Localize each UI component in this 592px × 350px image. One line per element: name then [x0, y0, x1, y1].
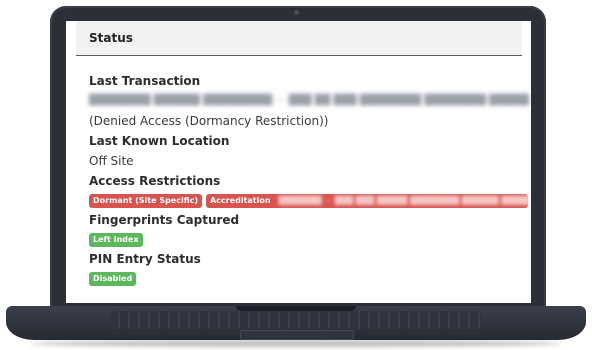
status-badge: Accreditation ███████ — ███ ███ █████ ██…	[206, 193, 529, 208]
status-badge-label: Accreditation	[210, 195, 271, 205]
status-badge: Dormant (Site Specific)	[89, 193, 203, 208]
status-badge: Disabled	[89, 271, 137, 286]
pin-entry-badges: Disabled	[89, 269, 529, 288]
fingerprints-captured-title: Fingerprints Captured	[89, 213, 240, 227]
trackpad	[240, 330, 354, 340]
access-restrictions-badges: Dormant (Site Specific) Accreditation ██…	[89, 191, 529, 210]
fingerprints-badges: Left Index	[89, 230, 529, 249]
last-known-location-title: Last Known Location	[89, 134, 230, 148]
panel-title: Status	[89, 31, 133, 45]
laptop-screen: Status Last Transaction ████████ ██████ …	[66, 21, 531, 303]
keyboard	[110, 311, 482, 329]
last-transaction-redacted: ████████ ██████ █████████ — ███ ██ ███ █…	[89, 95, 529, 106]
status-content: Last Transaction ████████ ██████ ███████…	[89, 71, 529, 288]
pin-entry-status-title: PIN Entry Status	[89, 252, 201, 266]
laptop-shadow	[30, 340, 562, 347]
status-panel-header: Status	[76, 21, 522, 56]
last-known-location-value: Off Site	[89, 154, 134, 168]
last-transaction-title: Last Transaction	[89, 74, 201, 88]
laptop-lid: Status Last Transaction ████████ ██████ …	[50, 6, 546, 310]
access-restrictions-title: Access Restrictions	[89, 174, 221, 188]
status-badge: Left Index	[89, 232, 143, 247]
last-transaction-detail: (Denied Access (Dormancy Restriction))	[89, 114, 329, 128]
status-badge-redacted: ███████ — ███ ███ █████ ████████ ██████ …	[278, 195, 529, 205]
camera-icon	[294, 10, 299, 15]
